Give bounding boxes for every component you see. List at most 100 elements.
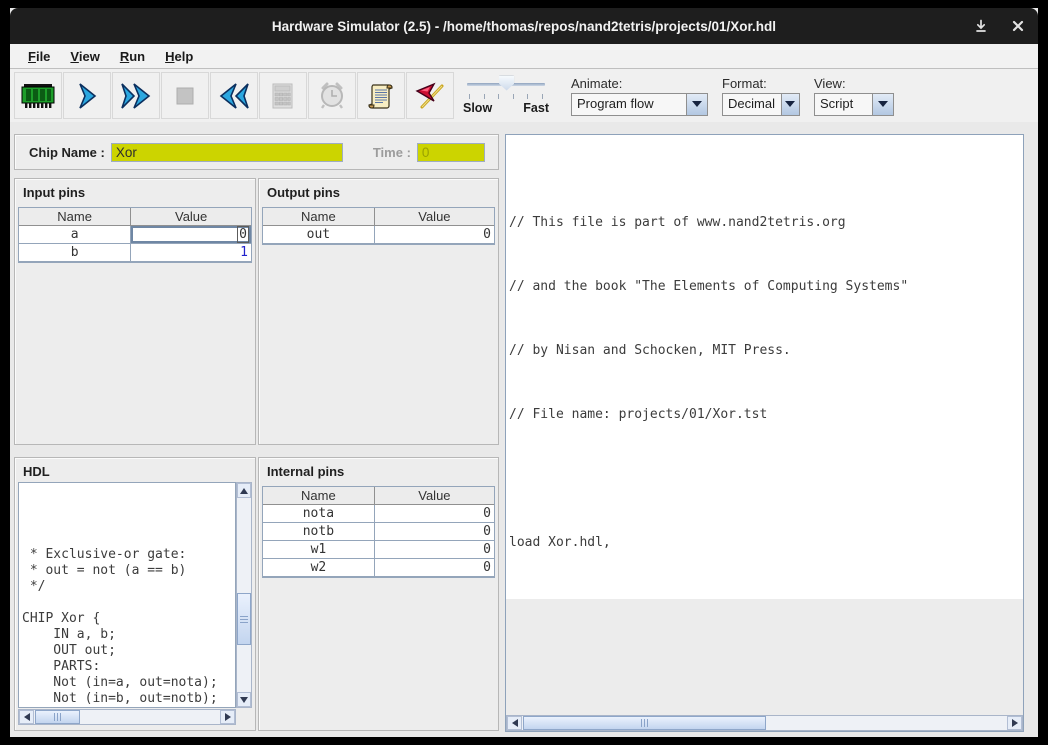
value-column-header: Value (131, 208, 251, 225)
format-select[interactable]: Decimal (722, 93, 800, 116)
name-column-header: Name (263, 487, 375, 504)
view-select[interactable]: Script (814, 93, 894, 116)
step-forward-icon (75, 82, 99, 110)
table-header: Name Value (263, 208, 494, 226)
scroll-right-button[interactable] (220, 710, 235, 724)
chip-name-field[interactable]: Xor (111, 143, 343, 162)
stop-button[interactable] (161, 72, 209, 119)
script-view[interactable]: // This file is part of www.nand2tetris.… (506, 135, 1023, 599)
script-line (506, 471, 1023, 487)
script-horizontal-scrollbar[interactable] (506, 715, 1023, 731)
hdl-code-line: PARTS: (19, 659, 235, 675)
pin-value-cell[interactable]: 0 (131, 226, 251, 243)
chevron-down-icon[interactable] (781, 94, 799, 115)
animate-group: Animate: Program flow (571, 76, 708, 116)
script-line: // This file is part of www.nand2tetris.… (506, 215, 1023, 231)
scrollbar-thumb[interactable] (237, 593, 251, 645)
slider-ticks (469, 94, 543, 99)
table-row: b 1 (19, 244, 251, 262)
table-row: out 0 (263, 226, 494, 244)
scroll-left-button[interactable] (507, 716, 522, 730)
scroll-up-button[interactable] (237, 483, 251, 498)
main-content: Chip Name : Xor Time : 0 Input pins Name… (10, 122, 1038, 737)
flag-icon (415, 82, 445, 110)
reset-button[interactable] (210, 72, 258, 119)
script-line: // and the book "The Elements of Computi… (506, 279, 1023, 295)
close-icon[interactable] (1012, 20, 1024, 32)
hdl-code-line (19, 595, 235, 611)
table-row: a 0 (19, 226, 251, 244)
table-row: notb 0 (263, 523, 494, 541)
pin-value-cell[interactable]: 1 (131, 244, 251, 261)
scroll-icon (367, 82, 395, 110)
menu-run[interactable]: Run (110, 47, 155, 66)
pin-value-cell[interactable]: 0 (375, 505, 494, 522)
name-column-header: Name (19, 208, 131, 225)
pin-name: w1 (263, 541, 375, 558)
hdl-code-view[interactable]: * Exclusive-or gate: * out = not (a == b… (18, 482, 236, 708)
scroll-down-button[interactable] (237, 692, 251, 707)
pin-value-cell[interactable]: 0 (375, 559, 494, 576)
slider-thumb[interactable] (499, 76, 514, 91)
load-script-button[interactable] (357, 72, 405, 119)
internal-pins-panel: Internal pins Name Value nota 0 notb (258, 457, 499, 731)
hdl-title: HDL (15, 458, 255, 479)
hdl-horizontal-scrollbar[interactable] (18, 709, 236, 725)
clock-button[interactable] (308, 72, 356, 119)
input-pins-title: Input pins (15, 179, 255, 200)
time-field[interactable]: 0 (417, 143, 485, 162)
menu-help[interactable]: Help (155, 47, 203, 66)
hdl-code-line: Not (in=b, out=notb); (19, 691, 235, 707)
table-row: nota 0 (263, 505, 494, 523)
pin-name: b (19, 244, 131, 261)
table-row: w2 0 (263, 559, 494, 577)
chip-name-label: Chip Name : (29, 145, 105, 160)
scrollbar-thumb[interactable] (523, 716, 766, 730)
calculator-icon (271, 82, 295, 110)
scrollbar-thumb[interactable] (35, 710, 80, 724)
time-label: Time : (373, 145, 411, 160)
chevron-down-icon[interactable] (872, 94, 893, 115)
hdl-code-line: * out = not (a == b) (19, 563, 235, 579)
input-pins-table: Name Value a 0 b 1 (18, 207, 252, 263)
breakpoints-button[interactable] (406, 72, 454, 119)
input-pins-panel: Input pins Name Value a 0 b 1 (14, 178, 256, 445)
rewind-icon (218, 82, 250, 110)
clock-icon (318, 82, 346, 110)
minimize-download-icon[interactable] (974, 19, 988, 33)
table-row: w1 0 (263, 541, 494, 559)
menu-view[interactable]: View (60, 47, 109, 66)
script-line: // by Nisan and Schocken, MIT Press. (506, 343, 1023, 359)
pin-name: a (19, 226, 131, 243)
slider-slow-label: Slow (463, 101, 492, 115)
pin-value-cell[interactable]: 0 (375, 541, 494, 558)
pin-name: notb (263, 523, 375, 540)
pin-value-cell[interactable]: 0 (375, 226, 494, 243)
script-line: load Xor.hdl, (506, 535, 1023, 551)
pin-name: w2 (263, 559, 375, 576)
chevron-down-icon[interactable] (686, 94, 707, 115)
window-title: Hardware Simulator (2.5) - /home/thomas/… (272, 19, 776, 34)
speed-slider[interactable]: Slow Fast (463, 74, 549, 118)
value-column-header: Value (375, 487, 494, 504)
hdl-code-line: CHIP Xor { (19, 611, 235, 627)
calculator-button[interactable] (259, 72, 307, 119)
hdl-code-line: IN a, b; (19, 627, 235, 643)
load-chip-button[interactable] (14, 72, 62, 119)
titlebar: Hardware Simulator (2.5) - /home/thomas/… (10, 8, 1038, 44)
pin-value-cell[interactable]: 0 (375, 523, 494, 540)
hdl-code-line: */ (19, 579, 235, 595)
view-group: View: Script (814, 76, 894, 116)
table-header: Name Value (19, 208, 251, 226)
run-button[interactable] (112, 72, 160, 119)
table-header: Name Value (263, 487, 494, 505)
animate-select[interactable]: Program flow (571, 93, 708, 116)
format-group: Format: Decimal (722, 76, 800, 116)
menu-file[interactable]: File (18, 47, 60, 66)
fast-forward-icon (120, 82, 152, 110)
stop-icon (176, 87, 194, 105)
hdl-vertical-scrollbar[interactable] (236, 482, 252, 708)
scroll-right-button[interactable] (1007, 716, 1022, 730)
single-step-button[interactable] (63, 72, 111, 119)
scroll-left-button[interactable] (19, 710, 34, 724)
